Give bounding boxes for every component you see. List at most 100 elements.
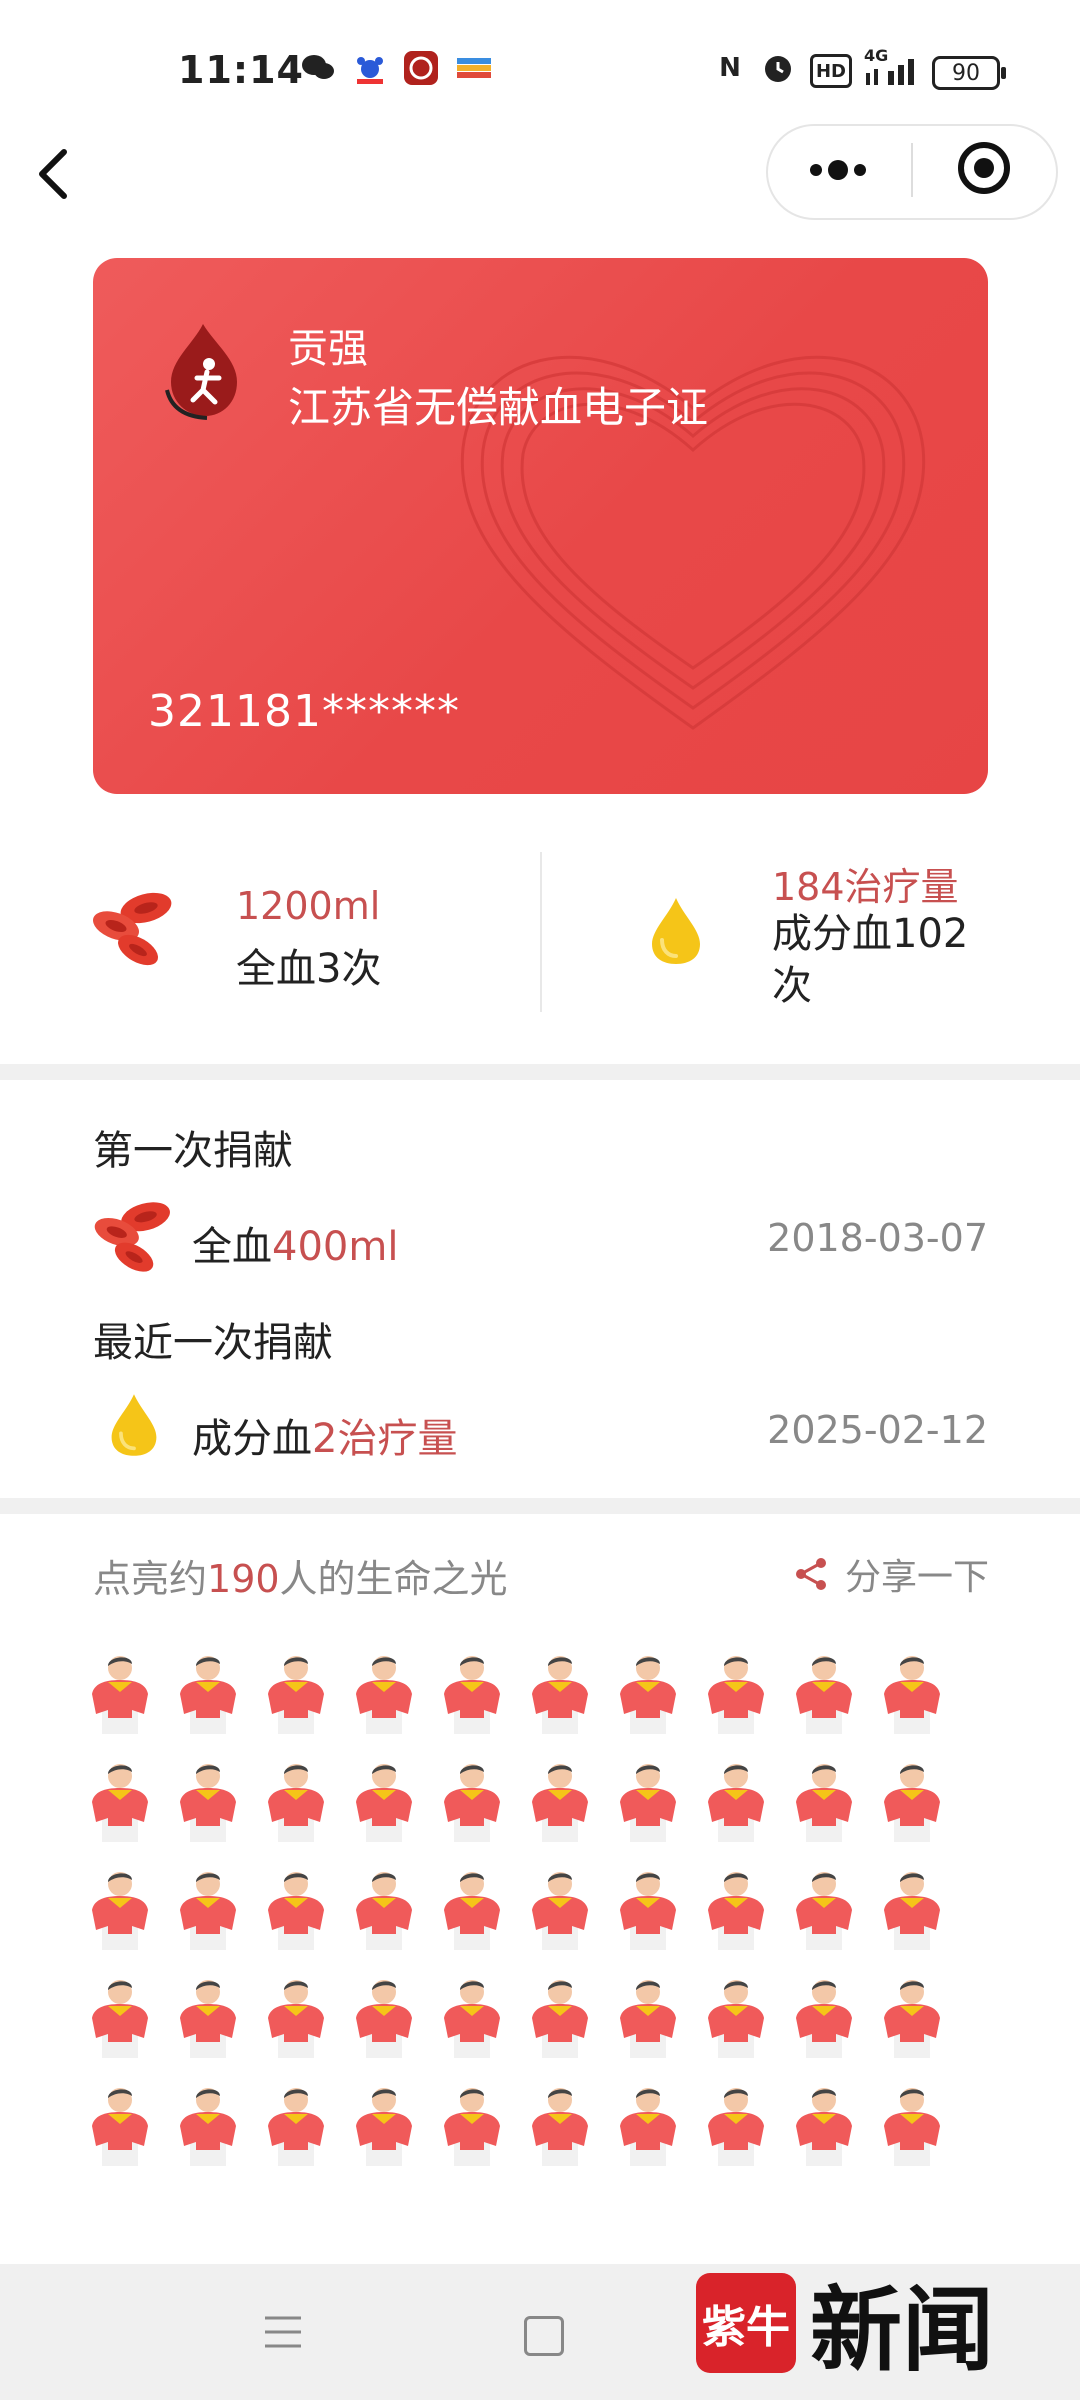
signal-icon: 4G [862, 46, 922, 86]
person-icon [792, 2080, 880, 2188]
blood-donation-logo-icon [165, 324, 237, 420]
person-icon [704, 1648, 792, 1756]
card-title: 江苏省无偿献血电子证 [288, 383, 709, 432]
watermark-text: 新闻 [810, 2276, 995, 2384]
person-icon [264, 1864, 352, 1972]
person-icon [704, 1972, 792, 2080]
latest-donation-type: 成分血 [192, 1416, 312, 1462]
person-icon [440, 2080, 528, 2188]
people-grid [88, 1648, 968, 2188]
person-icon [528, 1972, 616, 2080]
person-icon [880, 1864, 968, 1972]
person-icon [88, 2080, 176, 2188]
person-icon [176, 1756, 264, 1864]
whole-blood-amount: 1200ml [236, 884, 381, 928]
nfc-icon: N [719, 53, 741, 83]
latest-donation-date: 2025-02-12 [767, 1408, 988, 1452]
bank-icon [402, 50, 440, 86]
person-icon [264, 2080, 352, 2188]
person-icon [440, 1756, 528, 1864]
latest-donation-amount: 2治疗量 [312, 1416, 458, 1462]
plasma-drop-icon [106, 1392, 162, 1458]
person-icon [88, 1864, 176, 1972]
lives-lit-suffix: 人的生命之光 [279, 1557, 508, 1601]
person-icon [176, 1972, 264, 2080]
person-icon [528, 1648, 616, 1756]
share-label: 分享一下 [845, 1557, 990, 1598]
person-icon [528, 1756, 616, 1864]
person-icon [88, 1972, 176, 2080]
person-icon [880, 2080, 968, 2188]
person-icon [528, 2080, 616, 2188]
menu-icon[interactable] [263, 2312, 303, 2363]
share-icon [796, 1558, 826, 1590]
person-icon [264, 1756, 352, 1864]
whole-blood-count: 全血3次 [236, 946, 382, 992]
blood-cells-icon [88, 1196, 184, 1276]
person-icon [264, 1648, 352, 1756]
person-icon [440, 1972, 528, 2080]
component-count: 成分血102次 [772, 911, 969, 1009]
person-icon [88, 1756, 176, 1864]
back-icon[interactable] [30, 144, 90, 204]
person-icon [176, 2080, 264, 2188]
person-icon [792, 1864, 880, 1972]
person-icon [792, 1756, 880, 1864]
share-button[interactable]: 分享一下 [793, 1548, 989, 1600]
person-icon [440, 1864, 528, 1972]
person-icon [880, 1648, 968, 1756]
latest-donation-title: 最近一次捐献 [93, 1320, 333, 1366]
person-icon [352, 1972, 440, 2080]
person-icon [352, 1648, 440, 1756]
blood-cells-icon [88, 888, 188, 968]
person-icon [880, 1972, 968, 2080]
person-icon [176, 1864, 264, 1972]
person-icon [616, 1864, 704, 1972]
first-donation-date: 2018-03-07 [767, 1216, 988, 1260]
watermark: 紫牛 新闻 [696, 2256, 994, 2389]
battery-icon: 90 [932, 56, 1006, 90]
person-icon [704, 2080, 792, 2188]
person-icon [616, 1648, 704, 1756]
section-separator [0, 1064, 1080, 1080]
component-amount: 184治疗量 [772, 865, 959, 909]
lives-lit-title: 点亮约190人的生命之光 [93, 1548, 508, 1603]
first-donation-title: 第一次捐献 [93, 1128, 293, 1174]
person-icon [704, 1864, 792, 1972]
network-type: 4G [864, 46, 889, 65]
home-icon[interactable] [524, 2316, 564, 2356]
plasma-drop-icon [646, 896, 706, 966]
person-icon [792, 1648, 880, 1756]
person-icon [616, 2080, 704, 2188]
watermark-logo: 紫牛 [696, 2272, 796, 2373]
baidu-icon [352, 50, 388, 86]
person-icon [704, 1756, 792, 1864]
donor-name: 贡强 [288, 326, 368, 372]
first-donation-label: 全血400ml [192, 1214, 398, 1272]
donor-card: 贡强 江苏省无偿献血电子证 321181****** [93, 258, 988, 794]
person-icon [440, 1648, 528, 1756]
stats-divider [540, 852, 542, 1012]
close-icon[interactable] [958, 142, 1010, 194]
more-icon[interactable] [798, 136, 878, 204]
person-icon [176, 1648, 264, 1756]
lives-lit-prefix: 点亮约 [93, 1557, 208, 1601]
alarm-icon [760, 50, 796, 86]
wechat-icon [300, 50, 336, 86]
person-icon [352, 1756, 440, 1864]
person-icon [264, 1972, 352, 2080]
latest-donation-label: 成分血2治疗量 [192, 1406, 457, 1464]
section-separator [0, 1498, 1080, 1514]
capsule-divider [911, 143, 913, 197]
person-icon [88, 1648, 176, 1756]
person-icon [616, 1756, 704, 1864]
wallet-icon [456, 50, 492, 86]
person-icon [352, 2080, 440, 2188]
person-icon [792, 1972, 880, 2080]
first-donation-type: 全血 [192, 1224, 272, 1270]
heart-decoration-icon [460, 355, 926, 730]
lives-lit-count: 190 [207, 1557, 280, 1601]
person-icon [528, 1864, 616, 1972]
first-donation-amount: 400ml [272, 1224, 399, 1270]
status-time: 11:14 [178, 48, 304, 92]
